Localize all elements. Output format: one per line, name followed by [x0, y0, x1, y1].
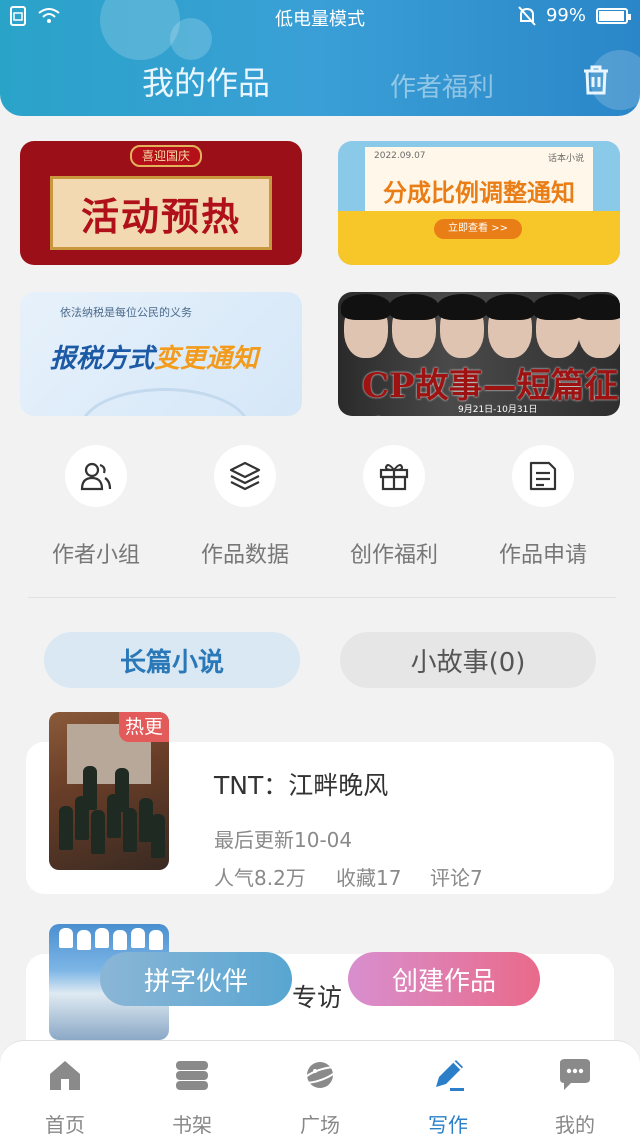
battery-icon: [596, 7, 631, 24]
hot-update-badge: 热更: [119, 712, 169, 742]
portrait-hair: [389, 294, 439, 320]
work-popularity: 人气8.2万: [214, 866, 306, 890]
work-cover[interactable]: 热更: [49, 712, 169, 870]
layers-icon: [229, 461, 261, 491]
header: 低电量模式 99% 我的作品 作者福利: [0, 0, 640, 116]
banner-title: 活动预热: [80, 193, 241, 239]
nav-label: 我的: [555, 1113, 595, 1137]
nav-label: 广场: [300, 1113, 340, 1137]
shortcut-circle: [214, 445, 276, 507]
mute-bell-icon: [518, 5, 536, 26]
shortcut-author-group[interactable]: 作者小组: [32, 445, 152, 568]
chat-icon: [560, 1059, 590, 1090]
word-partner-button[interactable]: 拼字伙伴: [100, 952, 292, 1006]
pen-icon: [436, 1060, 464, 1091]
battery-percent: 99%: [545, 5, 586, 26]
banner-revenue-share-notice[interactable]: 2022.09.07 话本小说 分成比例调整通知 立即查看 >>: [338, 141, 620, 265]
shortcut-circle: [512, 445, 574, 507]
shortcut-work-application[interactable]: 作品申请: [479, 445, 599, 568]
shortcut-label: 创作福利: [349, 543, 438, 568]
banner-subtitle: 依法纳税是每位公民的义务: [60, 306, 192, 319]
banner-title-part-b: 变更通知: [154, 344, 259, 374]
nav-item-write[interactable]: 写作: [384, 1053, 512, 1137]
portrait-hair: [485, 294, 535, 320]
tab-author-welfare[interactable]: 作者福利: [390, 67, 494, 104]
work-title[interactable]: TNT：江畔晚风: [214, 766, 388, 802]
nav-label: 首页: [45, 1113, 85, 1137]
home-icon: [50, 1061, 80, 1090]
create-work-button[interactable]: 创建作品: [348, 952, 540, 1006]
banner-title-part-a: 报税方式: [50, 344, 155, 374]
clock-dial-decor: [80, 388, 250, 416]
work-last-updated: 最后更新10-04: [214, 828, 353, 852]
document-icon: [529, 461, 557, 491]
view-now-button[interactable]: 立即查看 >>: [434, 219, 522, 239]
group-icon: [80, 462, 112, 491]
shortcut-label: 作品申请: [498, 543, 587, 568]
status-bar: 低电量模式 99%: [0, 0, 640, 34]
planet-icon: [302, 1062, 338, 1088]
banner-date: 9月21日-10月31日: [458, 405, 538, 415]
banner-tag: 喜迎国庆: [130, 145, 203, 167]
shortcut-circle: [363, 445, 425, 507]
nav-label: 写作: [428, 1113, 468, 1137]
shortcut-work-data[interactable]: 作品数据: [181, 445, 301, 568]
portrait-hair: [341, 294, 391, 320]
banner-title: 分成比例调整通知: [383, 179, 575, 207]
trash-icon[interactable]: [582, 64, 610, 96]
banner-title: 报税方式变更通知: [50, 338, 258, 375]
banner-brand: 话本小说: [547, 154, 584, 164]
work-comments: 评论7: [430, 866, 483, 890]
banner-date: 2022.09.07: [374, 151, 426, 161]
banner-scroll: 活动预热: [50, 176, 272, 250]
work-favorites: 收藏17: [336, 866, 402, 890]
nav-item-mine[interactable]: 我的: [511, 1053, 639, 1137]
tab-my-works[interactable]: 我的作品: [142, 58, 270, 104]
banner-tax-notice[interactable]: 依法纳税是每位公民的义务 报税方式变更通知: [20, 292, 302, 416]
shortcut-label: 作品数据: [200, 543, 289, 568]
shortcut-label: 作者小组: [51, 543, 140, 568]
bookshelf-icon: [176, 1061, 208, 1090]
nav-item-bookshelf[interactable]: 书架: [128, 1053, 256, 1137]
work-title[interactable]: 专访: [292, 978, 342, 1014]
tab-long-novel[interactable]: 长篇小说: [44, 632, 300, 688]
section-divider: [28, 597, 616, 598]
portrait-hair: [575, 294, 620, 320]
cover-group-photo: [55, 766, 165, 862]
tab-short-story[interactable]: 小故事(0): [340, 632, 596, 688]
shortcut-circle: [65, 445, 127, 507]
nav-item-home[interactable]: 首页: [1, 1053, 129, 1137]
portrait-hair: [437, 294, 487, 320]
gift-icon: [379, 464, 409, 491]
banner-event-preview[interactable]: 喜迎国庆 活动预热: [20, 141, 302, 265]
bottom-nav: 首页 书架 广场 写作 我的: [0, 1040, 640, 1138]
nav-label: 书架: [172, 1113, 212, 1137]
shortcut-creation-welfare[interactable]: 创作福利: [330, 445, 450, 568]
banner-cp-story-contest[interactable]: CP故事—短篇征文 9月21日-10月31日: [338, 292, 620, 416]
nav-item-plaza[interactable]: 广场: [256, 1053, 384, 1137]
